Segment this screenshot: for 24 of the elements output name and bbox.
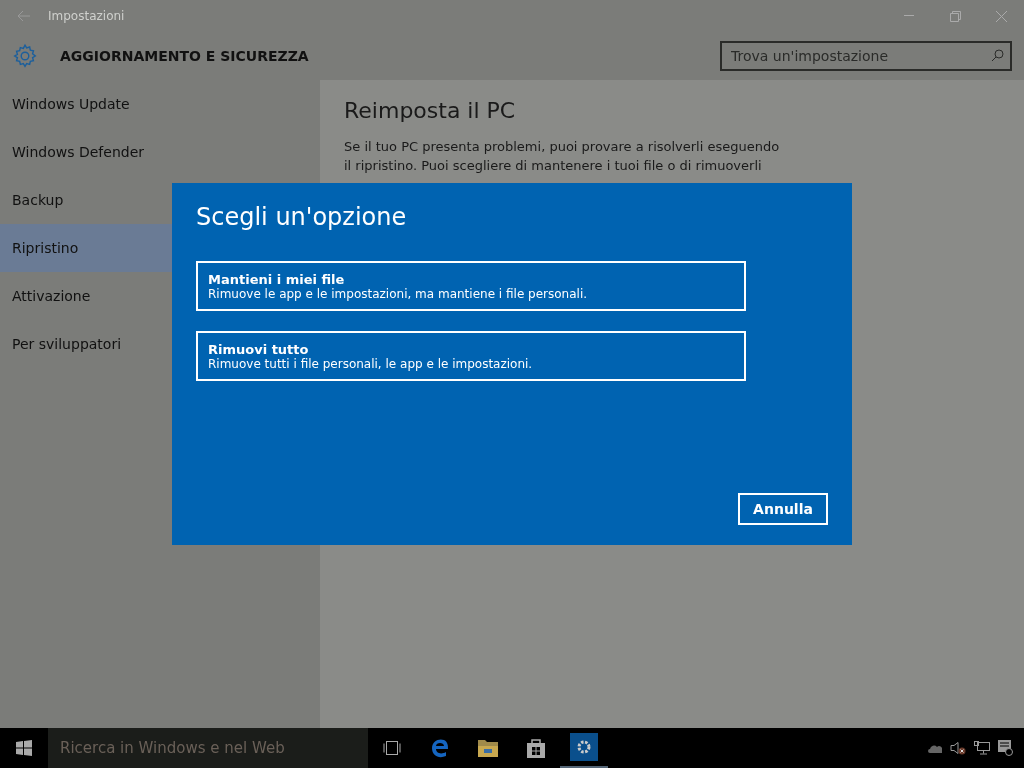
notification-icon[interactable]: [998, 740, 1014, 756]
page-heading: AGGIORNAMENTO E SICUREZZA: [60, 48, 310, 64]
window-title: Impostazioni: [48, 9, 126, 23]
sidebar-item[interactable]: Windows Update: [0, 80, 320, 128]
settings-app-icon[interactable]: [570, 733, 598, 761]
task-view-icon[interactable]: [382, 741, 402, 755]
store-icon[interactable]: [527, 738, 545, 758]
description-text: Se il tuo PC presenta problemi, puoi provare a risolverli eseguendo: [344, 139, 780, 154]
network-icon[interactable]: [974, 741, 990, 755]
search-field[interactable]: Trova un'impostazione: [720, 41, 1012, 71]
taskbar-search-field[interactable]: Ricerca in Windows e nel Web: [48, 728, 368, 768]
description-text: il ripristino. Puoi scegliere di mantenere i tuoi file o di rimuoverli: [344, 158, 762, 173]
search-icon[interactable]: [991, 49, 1004, 62]
option-button[interactable]: Rimuovi tutto Rimuove tutti i file personali, le app e le impostazioni.: [196, 331, 746, 381]
option-button[interactable]: Mantieni i miei file Rimuove le app e le impostazioni, ma mantiene i file personali.: [196, 261, 746, 311]
cancel-button[interactable]: Annulla: [738, 493, 828, 525]
settings-icon: [12, 43, 38, 69]
windows-logo-icon[interactable]: [16, 740, 32, 756]
browser-icon[interactable]: [430, 738, 450, 758]
muted-speaker-icon[interactable]: [950, 741, 966, 755]
sidebar-item[interactable]: Windows Defender: [0, 128, 320, 176]
folder-icon[interactable]: [478, 739, 498, 757]
cloud-icon[interactable]: [928, 743, 942, 753]
section-title: Reimposta il PC: [344, 98, 517, 123]
